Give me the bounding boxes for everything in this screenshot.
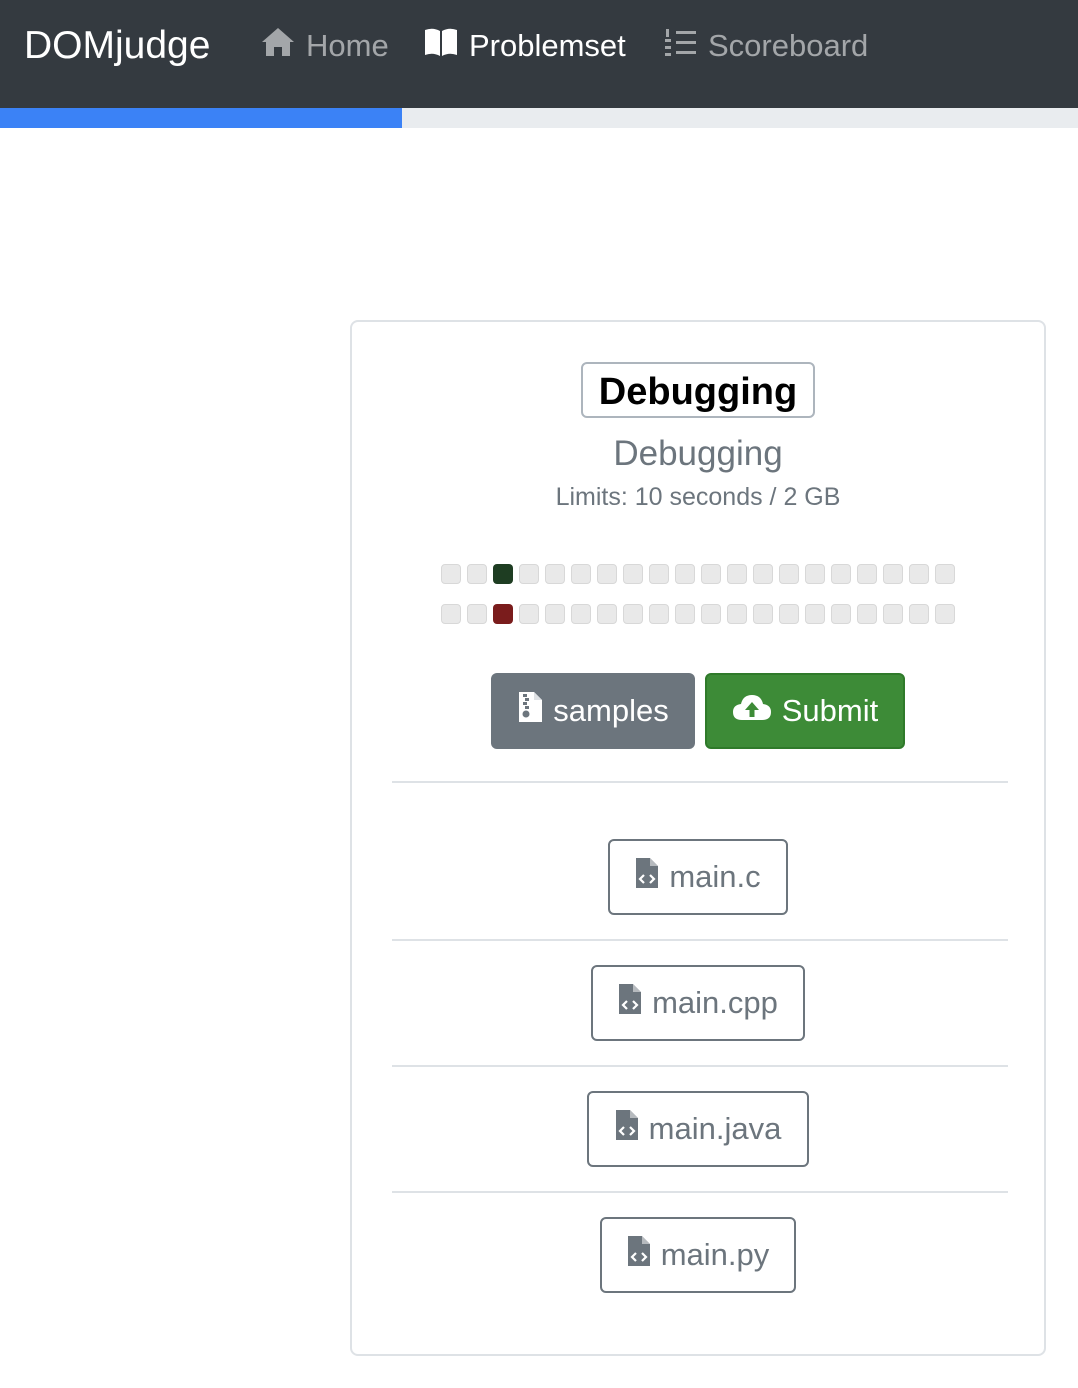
- status-cell: [701, 604, 721, 624]
- home-icon: [260, 26, 306, 66]
- status-cell: [805, 604, 825, 624]
- problem-name: Debugging: [613, 434, 783, 473]
- status-cell: [935, 604, 955, 624]
- status-cell: [805, 564, 825, 584]
- status-cell: [857, 564, 877, 584]
- file-button-main-cpp[interactable]: main.cpp: [591, 965, 805, 1041]
- divider: [392, 781, 1008, 783]
- file-archive-icon: [517, 691, 553, 731]
- status-cell: [831, 604, 851, 624]
- status-cell: [441, 604, 461, 624]
- status-cell: [909, 604, 929, 624]
- status-cell: [545, 564, 565, 584]
- cloud-upload-icon: [732, 692, 782, 730]
- status-cell: [441, 564, 461, 584]
- status-cell: [727, 564, 747, 584]
- divider: [392, 1191, 1008, 1193]
- status-cell: [753, 564, 773, 584]
- status-cell: [571, 564, 591, 584]
- file-button-main-c[interactable]: main.c: [608, 839, 788, 915]
- status-cell: [493, 564, 513, 584]
- status-cell: [883, 564, 903, 584]
- progress-fill: [0, 108, 403, 128]
- nav-home-label: Home: [306, 28, 389, 63]
- status-cell: [857, 604, 877, 624]
- file-button-main-py[interactable]: main.py: [600, 1217, 796, 1293]
- status-cell: [597, 564, 617, 584]
- book-open-icon: [423, 27, 469, 65]
- nav-problemset-label: Problemset: [469, 28, 626, 63]
- navbar: DOMjudge Home Problemset Scoreboard: [0, 0, 1078, 108]
- status-cell: [597, 604, 617, 624]
- nav-scoreboard[interactable]: Scoreboard: [664, 22, 868, 70]
- problem-card: Debugging Debugging Limits: 10 seconds /…: [350, 320, 1046, 1356]
- file-label: main.java: [648, 1111, 782, 1146]
- problem-limits: Limits: 10 seconds / 2 GB: [555, 483, 841, 511]
- status-cell: [649, 564, 669, 584]
- status-cell: [519, 564, 539, 584]
- status-row: [441, 604, 955, 624]
- status-cell: [493, 604, 513, 624]
- status-cell: [935, 564, 955, 584]
- status-cell: [779, 564, 799, 584]
- file-code-icon: [627, 1235, 661, 1275]
- samples-label: samples: [553, 693, 669, 728]
- status-cell: [701, 564, 721, 584]
- status-cell: [467, 604, 487, 624]
- submit-button[interactable]: Submit: [705, 673, 905, 749]
- file-code-icon: [635, 857, 669, 897]
- status-cell: [623, 604, 643, 624]
- status-cell: [623, 564, 643, 584]
- status-cell: [675, 564, 695, 584]
- divider: [392, 939, 1008, 941]
- status-cell: [545, 604, 565, 624]
- status-row: [441, 564, 955, 584]
- problem-badge: Debugging: [580, 362, 816, 418]
- list-ol-icon: [664, 26, 708, 66]
- file-label: main.py: [660, 1237, 770, 1272]
- file-label: main.cpp: [652, 985, 778, 1020]
- status-cell: [831, 564, 851, 584]
- status-cell: [727, 604, 747, 624]
- status-cell: [753, 604, 773, 624]
- divider: [392, 1065, 1008, 1067]
- file-label: main.c: [669, 859, 761, 894]
- status-cell: [571, 604, 591, 624]
- nav-home[interactable]: Home: [260, 22, 389, 70]
- status-cell: [779, 604, 799, 624]
- file-code-icon: [615, 1109, 649, 1149]
- status-cell: [675, 604, 695, 624]
- status-cell: [467, 564, 487, 584]
- nav-problemset[interactable]: Problemset: [423, 22, 626, 70]
- nav-scoreboard-label: Scoreboard: [708, 28, 869, 63]
- file-button-main-java[interactable]: main.java: [587, 1091, 809, 1167]
- status-cell: [909, 564, 929, 584]
- file-code-icon: [618, 983, 652, 1023]
- submit-label: Submit: [781, 693, 879, 728]
- status-cell: [649, 604, 669, 624]
- status-cell: [519, 604, 539, 624]
- brand-logo[interactable]: DOMjudge: [24, 22, 210, 70]
- contest-progress-bar: [0, 108, 1078, 128]
- status-cell: [883, 604, 903, 624]
- samples-button[interactable]: samples: [491, 673, 695, 749]
